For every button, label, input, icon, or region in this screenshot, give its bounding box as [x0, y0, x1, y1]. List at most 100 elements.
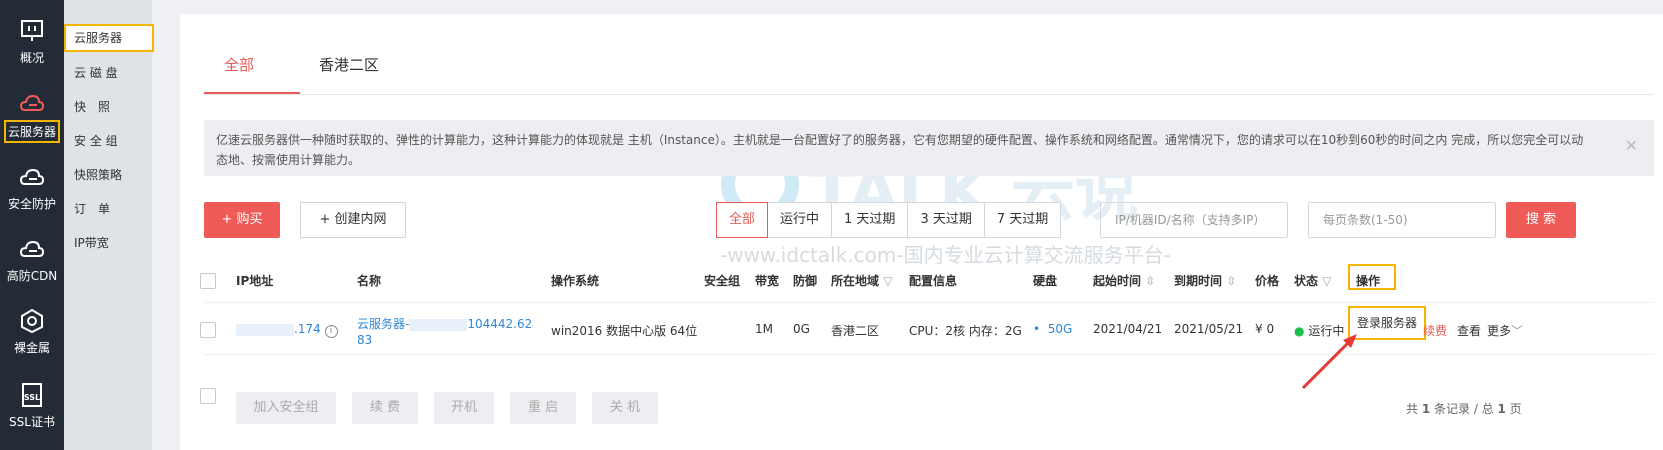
- tab-hk-zone2[interactable]: 香港二区: [319, 54, 379, 75]
- row-name-line2[interactable]: 83: [357, 333, 372, 347]
- th-expire[interactable]: 到期时间 ⇳: [1174, 272, 1236, 289]
- page-size-input[interactable]: 每页条数(1-50): [1308, 202, 1496, 238]
- ip-search-input[interactable]: IP/机器ID/名称（支持多IP）: [1100, 202, 1288, 238]
- row-name-suffix[interactable]: 104442.62: [467, 317, 532, 331]
- pagination-records: 1: [1421, 402, 1431, 416]
- icon-rail: 概况 云服务器 安全防护 高防CDN 裸金属 SSL SSL证书: [0, 0, 64, 450]
- rail-label: SSL证书: [9, 415, 55, 429]
- rail-label: 概况: [19, 51, 44, 65]
- filter-icon[interactable]: ▽: [1322, 274, 1331, 288]
- subnav-item-snapshot[interactable]: 快 照: [74, 98, 110, 115]
- cloud-shield-icon: [19, 168, 45, 185]
- close-icon[interactable]: ✕: [1625, 136, 1638, 155]
- row-divider: [204, 354, 1654, 355]
- th-config: 配置信息: [909, 274, 958, 288]
- subnav-item-orders[interactable]: 订 单: [74, 200, 110, 217]
- filter-running[interactable]: 运行中: [768, 202, 833, 238]
- th-defense: 防御: [793, 274, 818, 288]
- pagination-mid: 条记录 / 总: [1430, 402, 1498, 416]
- redacted-block: [409, 318, 468, 331]
- restart-button[interactable]: 重 启: [510, 392, 576, 424]
- th-region-label: 所在地域: [831, 274, 880, 288]
- subnav-item-cloud-disk[interactable]: 云 磁 盘: [74, 64, 118, 81]
- power-on-button[interactable]: 开机: [434, 392, 494, 424]
- more-label: 更多: [1487, 324, 1512, 338]
- shutdown-button[interactable]: 关 机: [592, 392, 658, 424]
- rail-item-security[interactable]: 安全防护: [0, 164, 64, 212]
- sort-icon[interactable]: ⇳: [1226, 274, 1236, 288]
- rail-item-cloud-server[interactable]: 云服务器: [0, 90, 64, 143]
- th-operations: 操作: [1356, 274, 1381, 288]
- pagination-prefix: 共: [1406, 402, 1422, 416]
- filter-icon[interactable]: ▽: [883, 274, 892, 288]
- th-status[interactable]: 状态 ▽: [1294, 272, 1331, 289]
- sort-icon[interactable]: ⇳: [1145, 274, 1155, 288]
- row-name-prefix[interactable]: 云服务器-: [357, 317, 409, 331]
- th-ip: IP地址: [236, 274, 274, 288]
- watermark-url: -www.idctalk.com-国内专业云计算交流服务平台-: [720, 243, 1171, 267]
- row-expire: 2021/05/21: [1174, 322, 1244, 336]
- svg-text:SSL: SSL: [24, 393, 40, 402]
- rail-item-overview[interactable]: 概况: [0, 18, 64, 66]
- renew-button[interactable]: 续 费: [352, 392, 418, 424]
- row-name[interactable]: 云服务器- 104442.62 83: [357, 316, 532, 348]
- row-disk: • 50G: [1033, 322, 1072, 336]
- row-ip-suffix[interactable]: .174: [294, 322, 321, 336]
- filter-7day[interactable]: 7 天过期: [984, 202, 1062, 238]
- more-dropdown[interactable]: 更多﹀: [1487, 322, 1523, 339]
- renew-link[interactable]: 续费: [1423, 322, 1447, 339]
- annotation-arrow-icon: [1301, 334, 1357, 390]
- subnav-item-security-group[interactable]: 安 全 组: [74, 132, 118, 149]
- th-disk: 硬盘: [1033, 274, 1058, 288]
- th-security-group: 安全组: [704, 274, 741, 288]
- status-filter-group: 全部 运行中 1 天过期 3 天过期 7 天过期: [716, 202, 1062, 238]
- rail-item-cdn[interactable]: 高防CDN: [0, 236, 64, 284]
- row-checkbox[interactable]: [200, 322, 216, 338]
- row-os: win2016 数据中心版 64位: [551, 324, 698, 338]
- search-button[interactable]: 搜 索: [1506, 202, 1576, 238]
- row-price: ¥ 0: [1255, 322, 1275, 336]
- buy-button[interactable]: + 购买: [204, 202, 280, 238]
- filter-3day[interactable]: 3 天过期: [908, 202, 985, 238]
- subnav-item-ip-bandwidth[interactable]: IP带宽: [74, 234, 109, 251]
- filter-1day[interactable]: 1 天过期: [832, 202, 909, 238]
- rail-label: 云服务器: [4, 120, 60, 143]
- rail-item-ssl[interactable]: SSL SSL证书: [0, 382, 64, 430]
- select-all-checkbox[interactable]: [200, 273, 216, 289]
- row-disk-size[interactable]: 50G: [1048, 322, 1073, 336]
- tab-all[interactable]: 全部: [224, 54, 254, 75]
- redacted-block: [236, 323, 294, 336]
- bare-metal-icon: [21, 308, 43, 334]
- view-link[interactable]: 查看: [1457, 322, 1481, 339]
- cloud-cdn-icon: [19, 240, 45, 257]
- create-vpc-button[interactable]: + 创建内网: [300, 202, 406, 238]
- th-os: 操作系统: [551, 274, 600, 288]
- subnav-item-snapshot-policy[interactable]: 快照策略: [74, 166, 122, 183]
- th-expire-label: 到期时间: [1174, 274, 1223, 288]
- th-price: 价格: [1255, 274, 1280, 288]
- bullet-icon: •: [1033, 322, 1041, 336]
- pagination-pages: 1: [1497, 402, 1506, 416]
- row-region: 香港二区: [831, 324, 880, 338]
- rail-label: 裸金属: [13, 341, 50, 355]
- add-security-group-button[interactable]: 加入安全组: [236, 392, 336, 424]
- pagination-summary: 共 1 条记录 / 总 1 页: [1406, 400, 1522, 417]
- th-start[interactable]: 起始时间 ⇳: [1093, 272, 1155, 289]
- info-icon[interactable]: i: [324, 325, 338, 338]
- th-region[interactable]: 所在地域 ▽: [831, 272, 892, 289]
- tab-divider: [204, 94, 1654, 95]
- filter-all[interactable]: 全部: [716, 202, 769, 238]
- row-ip[interactable]: .174 i: [236, 322, 338, 338]
- pagination-suffix: 页: [1505, 402, 1522, 416]
- rail-item-bare-metal[interactable]: 裸金属: [0, 308, 64, 356]
- chevron-down-icon: ﹀: [1511, 324, 1524, 338]
- bulk-select-checkbox[interactable]: [200, 388, 216, 404]
- header-divider: [204, 302, 1654, 303]
- subnav-item-cloud-server[interactable]: 云服务器: [64, 24, 154, 52]
- rail-label: 安全防护: [7, 197, 56, 211]
- notice-text: 亿速云服务器供一种随时获取的、弹性的计算能力，这种计算能力的体现就是 主机（In…: [216, 133, 1584, 167]
- row-defense: 0G: [793, 322, 810, 336]
- notice-banner: 亿速云服务器供一种随时获取的、弹性的计算能力，这种计算能力的体现就是 主机（In…: [204, 120, 1654, 176]
- th-start-label: 起始时间: [1093, 274, 1142, 288]
- th-bandwidth: 带宽: [755, 274, 780, 288]
